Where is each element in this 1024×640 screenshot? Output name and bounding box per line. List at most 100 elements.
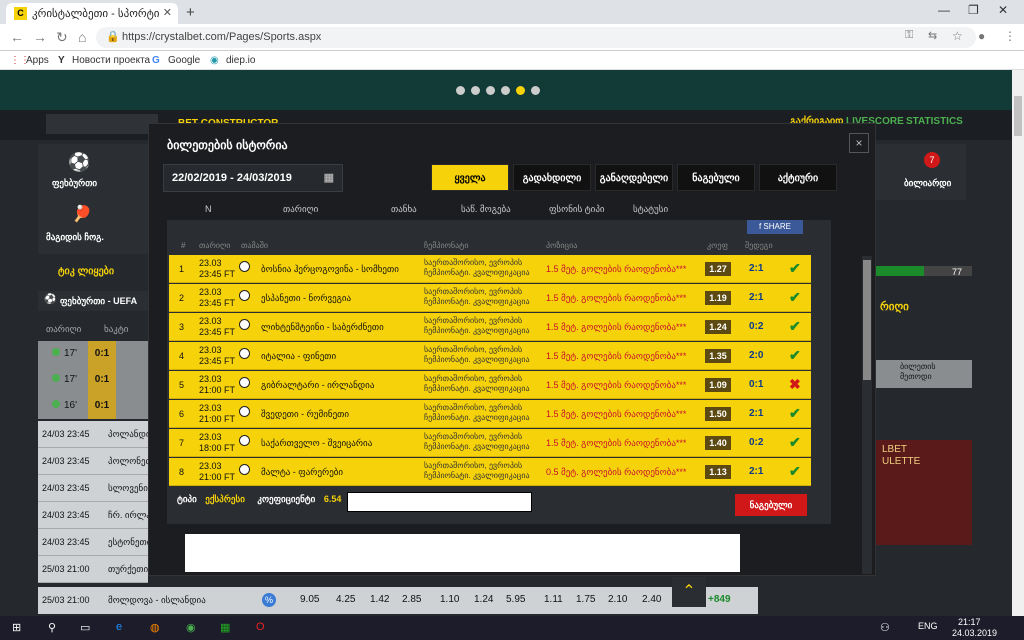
row-prediction: 1.5 მეტ. გოლების რაოდენობა***: [546, 293, 687, 303]
list-item[interactable]: 25/03 21:00 თურქეთი: [38, 556, 148, 583]
row-number: 3: [179, 322, 185, 332]
odd-cell[interactable]: 1.10: [440, 594, 459, 605]
date-range-input[interactable]: 22/02/2019 - 24/03/2019 ▦: [163, 164, 343, 192]
list-item[interactable]: 24/03 23:45პოლონეთი: [38, 448, 148, 475]
clock-time[interactable]: 21:17: [958, 617, 981, 627]
search-icon[interactable]: ⚲: [48, 621, 56, 634]
address-bar-row: ← → ↻ ⌂ 🔒 https://crystalbet.com/Pages/S…: [0, 24, 1024, 51]
scroll-top-button[interactable]: ⌃: [672, 577, 706, 607]
bottom-match-row[interactable]: 25/03 21:00 მოლდოვა - ისლანდია % 9.05 4.…: [38, 587, 758, 614]
row-odd: 1.50: [705, 407, 731, 421]
chrome-icon[interactable]: ◉: [186, 621, 196, 634]
filter-paid[interactable]: გადახდილი: [513, 164, 591, 191]
opera-icon[interactable]: O: [256, 621, 265, 633]
profile-icon[interactable]: ●: [978, 29, 985, 43]
odd-cell[interactable]: 1.24: [474, 594, 493, 605]
roulette-promo[interactable]: LBET ULETTE: [876, 440, 972, 545]
firefox-icon[interactable]: ◍: [150, 621, 160, 634]
banner-dots[interactable]: [456, 86, 540, 95]
filter-active[interactable]: აქტიური: [759, 164, 837, 191]
url-text: https://crystalbet.com/Pages/Sports.aspx: [122, 31, 322, 43]
ticket-row[interactable]: 7 23.03 18:00 FT საქართველო - შვეიცარია საერ…: [169, 429, 811, 457]
list-item[interactable]: 24/03 23:45პოლანდია: [38, 421, 148, 448]
reload-icon[interactable]: ↻: [56, 29, 68, 46]
calendar-icon[interactable]: ▦: [324, 165, 334, 191]
ticket-row[interactable]: 2 23.03 23:45 FT ესპანეთი - ნორვეგია საერთაშ…: [169, 284, 811, 312]
statistics-link[interactable]: STATISTICS: [906, 116, 963, 127]
promo-banner[interactable]: [0, 70, 1012, 110]
ticket-row[interactable]: 1 23.03 23:45 FT ბოსნია ჰერცოგოვინა - სომხე…: [169, 255, 811, 283]
maximize-icon[interactable]: ❐: [968, 3, 979, 17]
tray-person-icon[interactable]: ⚇: [880, 621, 890, 634]
check-icon: ✔: [789, 434, 801, 450]
browser-tab[interactable]: C კრისტალბეთი - სპორტი ✕: [6, 3, 178, 24]
modal-close-button[interactable]: ×: [849, 133, 869, 153]
odd-cell[interactable]: 1.11: [544, 594, 563, 605]
bookmark-diep[interactable]: diep.io: [226, 55, 255, 66]
list-item[interactable]: 24/03 23:45 ესტონეთი: [38, 529, 148, 556]
ticket-method-card[interactable]: ბილეთის მეთოდი: [876, 360, 972, 388]
sport-billiard[interactable]: ბილიარდი: [904, 178, 951, 189]
list-item[interactable]: 24/03 23:45სლოვენია: [38, 475, 148, 502]
live-row[interactable]: 17' 0:1: [38, 367, 148, 393]
star-icon[interactable]: ☆: [952, 29, 963, 43]
sport-table-tennis[interactable]: მაგიდის ჩოგ.: [46, 232, 104, 243]
back-icon[interactable]: ←: [10, 29, 24, 45]
odd-cell[interactable]: 9.05: [300, 594, 319, 605]
ticket-row[interactable]: 3 23.03 23:45 FT ლიხტენშტეინი - საბერძნეთი ს…: [169, 313, 811, 341]
odd-cell[interactable]: 1.75: [576, 594, 595, 605]
live-row[interactable]: 16' 0:1: [38, 393, 148, 419]
sent-status-button[interactable]: ნაგებული: [735, 494, 807, 516]
ticket-row[interactable]: 6 23.03 21:00 FT შვედეთი - რუმინეთი საერთაშო…: [169, 400, 811, 428]
page-scrollbar[interactable]: [1012, 70, 1024, 616]
site-search-input[interactable]: [46, 114, 158, 134]
league-name[interactable]: ფეხბურთი - UEFA: [60, 296, 137, 307]
translate-icon[interactable]: ⇆: [928, 29, 937, 42]
list-item[interactable]: 24/03 23:45ჩრ. ირლანდ.: [38, 502, 148, 529]
bookmark-google[interactable]: Google: [168, 55, 200, 66]
filter-sent[interactable]: ნაგებული: [677, 164, 755, 191]
more-markets-count[interactable]: +849: [708, 594, 731, 605]
menu-icon[interactable]: ⋮: [1004, 29, 1016, 43]
modal-scrollbar[interactable]: [862, 256, 872, 574]
bookmark-news[interactable]: Новости проекта: [72, 55, 150, 66]
keyboard-lang[interactable]: ENG: [918, 621, 938, 631]
row-number: 8: [179, 467, 185, 477]
windows-start-icon[interactable]: ⊞: [12, 621, 21, 634]
tab-close-icon[interactable]: ✕: [163, 6, 172, 19]
bookmark-apps[interactable]: Apps: [26, 55, 49, 66]
sport-football[interactable]: ფეხბურთი: [52, 178, 97, 189]
ticket-row[interactable]: 4 23.03 23:45 FT იტალია - ფინეთი საერთაშორის…: [169, 342, 811, 370]
filter-all[interactable]: ყველა: [431, 164, 509, 191]
ticket-row[interactable]: 5 23.03 21:00 FT გიბრალტარი - ირლანდია საერთ…: [169, 371, 811, 399]
clock-date[interactable]: 24.03.2019: [952, 628, 997, 638]
row-match: საქართველო - შვეიცარია: [261, 438, 373, 448]
live-tab[interactable]: ტიკ ლიყები: [58, 266, 114, 277]
odd-cell[interactable]: 2.10: [608, 594, 627, 605]
new-tab-icon[interactable]: +: [186, 4, 195, 21]
home-icon[interactable]: ⌂: [78, 29, 86, 45]
row-championship: საერთაშორისო, ევროპის ჩემპიონატი. კვალიფ…: [424, 461, 530, 480]
edge-icon[interactable]: e: [116, 621, 122, 633]
odd-cell[interactable]: 5.95: [506, 594, 525, 605]
forward-icon[interactable]: →: [33, 29, 47, 45]
task-view-icon[interactable]: ▭: [80, 621, 90, 634]
ticket-row[interactable]: 8 23.03 21:00 FT მალტა - ფარერები საერთაშორი…: [169, 458, 811, 486]
odd-cell[interactable]: 2.40: [642, 594, 661, 605]
live-row[interactable]: 17' 0:1: [38, 341, 148, 367]
yandex-icon: Y: [58, 55, 65, 66]
minimize-icon[interactable]: —: [938, 3, 950, 17]
url-input[interactable]: 🔒 https://crystalbet.com/Pages/Sports.as…: [96, 27, 976, 48]
odd-cell[interactable]: 2.85: [402, 594, 421, 605]
ticket-code-field[interactable]: [347, 492, 532, 512]
key-icon[interactable]: ⚿: [905, 29, 913, 42]
odd-cell[interactable]: 1.42: [370, 594, 389, 605]
col-status: სტატუსი: [633, 204, 669, 214]
stats-icon[interactable]: %: [262, 593, 276, 607]
row-prediction: 0.5 მეტ. გოლების რაოდენობა***: [546, 467, 687, 477]
fb-share-button[interactable]: f SHARE: [747, 220, 803, 234]
window-close-icon[interactable]: ✕: [998, 3, 1008, 17]
odd-cell[interactable]: 4.25: [336, 594, 355, 605]
excel-icon[interactable]: ▦: [220, 621, 230, 634]
filter-cashout[interactable]: განაღდებელი: [595, 164, 673, 191]
